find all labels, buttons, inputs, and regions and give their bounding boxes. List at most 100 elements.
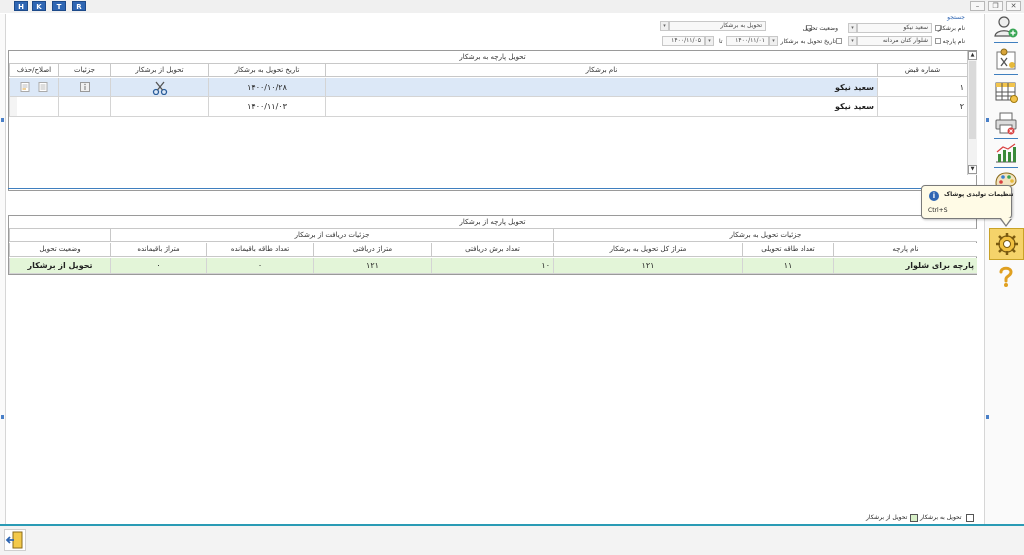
tailor-dropdown-icon[interactable]: ▾ <box>848 23 857 33</box>
fabric-name-label: نام پارچه <box>942 38 965 45</box>
toolbar-separator <box>994 42 1018 43</box>
report-chart-button[interactable] <box>993 140 1019 166</box>
deliver-from-cell[interactable] <box>110 97 208 117</box>
date-from-input[interactable]: ۱۴۰۰/۱۱/۰۱ <box>726 36 769 46</box>
question-icon <box>999 266 1013 287</box>
col-tailor[interactable]: نام برشکار <box>325 64 877 77</box>
top-strip: H K T R – ❐ ✕ <box>0 0 1024 13</box>
col-details[interactable]: جزئیات <box>58 64 110 77</box>
scissors-icon <box>152 81 167 96</box>
edit-doc-icon[interactable] <box>20 82 30 92</box>
scroll-up-icon[interactable]: ▲ <box>968 51 977 60</box>
upper-grid: تحویل پارچه به برشکار شماره قبض نام برشک… <box>8 50 977 191</box>
lower-grid-title: تحویل پارچه از برشکار <box>9 216 976 229</box>
edit-delete-cell <box>9 78 58 97</box>
left-splitter[interactable] <box>0 14 6 525</box>
hotkey-k-button[interactable]: K <box>32 1 46 11</box>
splitter-marker <box>1 118 4 122</box>
group-delivery-details: جزئیات تحویل به برشکار <box>553 229 977 242</box>
search-filter-group: جستجو نام برشکار ▾ سعید نیکو وضعیت تحویل… <box>655 14 967 50</box>
cell-tailor[interactable]: سعید نیکو <box>325 78 877 97</box>
tailor-button[interactable] <box>993 46 1019 72</box>
legend-to-tailor-label: تحویل به برشکار <box>920 514 962 521</box>
cell-status[interactable]: تحویل از برشکار <box>9 258 110 274</box>
cell-date[interactable]: ۱۴۰۰/۱۰/۲۸ <box>208 78 325 97</box>
cell-fabric-name[interactable]: پارچه برای شلوار <box>833 258 977 274</box>
col-received-meters[interactable]: متراژ دریافتی <box>313 243 431 257</box>
fabric-dropdown-icon[interactable]: ▾ <box>848 36 857 46</box>
group-empty <box>9 229 110 242</box>
col-remaining-rolls[interactable]: تعداد طاقه باقیمانده <box>206 243 313 257</box>
app-window: H K T R – ❐ ✕ جستجو نام برشکار ▾ سعید نی… <box>0 0 1024 555</box>
hotkey-t-button[interactable]: T <box>52 1 66 11</box>
col-edit-delete[interactable]: اصلاح/حذف <box>9 64 58 77</box>
info-box-icon <box>79 82 90 92</box>
delete-doc-icon[interactable] <box>38 82 48 92</box>
exit-button[interactable] <box>4 529 26 551</box>
cell-received-cuts[interactable]: ۱۰ <box>431 258 553 274</box>
tooltip-pointer-fill <box>1001 218 1011 225</box>
edit-delete-cell[interactable] <box>9 97 58 117</box>
scroll-down-icon[interactable]: ▼ <box>968 165 977 174</box>
minimize-icon[interactable]: – <box>970 1 985 11</box>
date-to-dropdown-icon[interactable]: ▾ <box>705 36 714 46</box>
date-to-label: تا <box>719 38 723 45</box>
fabric-name-select[interactable]: شلوار کتان مردانه <box>857 36 932 46</box>
col-delivery-date[interactable]: تاریخ تحویل به برشکار <box>208 64 325 77</box>
col-deliver-from[interactable]: تحویل از برشکار <box>110 64 208 77</box>
filter-group-title: جستجو <box>947 14 965 21</box>
cell-receipt-no[interactable]: ۱ <box>877 78 967 97</box>
hotkey-h-button[interactable]: H <box>14 1 28 11</box>
upper-grid-scrollbar[interactable]: ▲ ▼ <box>967 51 977 175</box>
cell-tailor[interactable]: سعید نیکو <box>325 97 877 117</box>
print-button[interactable] <box>993 110 1019 136</box>
col-remaining-meters[interactable]: متراژ باقیمانده <box>110 243 206 257</box>
toolbar-separator <box>994 74 1018 75</box>
hotkey-r-button[interactable]: R <box>72 1 86 11</box>
legend-from-tailor-label: تحویل از برشکار <box>866 514 908 521</box>
printer-icon <box>995 112 1017 135</box>
delivery-status-select[interactable]: تحویل به برشکار <box>669 21 766 31</box>
cell-received-meters[interactable]: ۱۲۱ <box>313 258 431 274</box>
tooltip-title: تنظیمات تولیدی پوشاک <box>944 191 1014 198</box>
col-fabric-name[interactable]: نام پارچه <box>833 243 977 257</box>
lower-grid: تحویل پارچه از برشکار جزئیات تحویل به بر… <box>8 215 977 275</box>
col-status[interactable]: وضعیت تحویل <box>9 243 110 257</box>
right-toolbar <box>989 14 1024 525</box>
scroll-thumb[interactable] <box>969 61 976 139</box>
status-dropdown-icon[interactable]: ▾ <box>660 21 669 31</box>
col-total-meters[interactable]: متراژ کل تحویل به برشکار <box>553 243 742 257</box>
tooltip-shortcut: Ctrl+S <box>928 207 948 214</box>
details-cell[interactable] <box>58 97 110 117</box>
help-button[interactable] <box>993 263 1019 289</box>
col-received-cuts[interactable]: تعداد برش دریافتی <box>431 243 553 257</box>
splitter-marker <box>1 415 4 419</box>
add-user-button[interactable] <box>993 14 1019 40</box>
delivery-date-label: تاریخ تحویل به برشکار <box>780 38 836 45</box>
close-icon[interactable]: ✕ <box>1006 1 1021 11</box>
bar-chart-icon <box>996 143 1016 163</box>
date-from-dropdown-icon[interactable]: ▾ <box>769 36 778 46</box>
date-to-input[interactable]: ۱۴۰۰/۱۱/۰۵ <box>662 36 705 46</box>
col-delivered-rolls[interactable]: تعداد طاقه تحویلی <box>742 243 833 257</box>
toolbar-separator <box>994 167 1018 168</box>
table-button[interactable] <box>993 79 1019 105</box>
grid-divider[interactable] <box>8 188 977 189</box>
delivery-date-checkbox[interactable] <box>836 38 842 44</box>
cell-remaining-rolls[interactable]: ۰ <box>206 258 313 274</box>
cell-remaining-meters[interactable]: ۰ <box>110 258 206 274</box>
cell-receipt-no[interactable]: ۲ <box>877 97 967 117</box>
details-button[interactable] <box>58 78 110 97</box>
table-grid-icon <box>995 82 1018 103</box>
production-settings-button[interactable] <box>989 228 1024 260</box>
fabric-name-checkbox[interactable] <box>935 38 941 44</box>
deliver-from-button[interactable] <box>110 78 208 97</box>
cell-delivered-rolls[interactable]: ۱۱ <box>742 258 833 274</box>
cell-total-meters[interactable]: ۱۲۱ <box>553 258 742 274</box>
settings-tooltip: i تنظیمات تولیدی پوشاک Ctrl+S <box>921 185 1014 227</box>
col-receipt-no[interactable]: شماره قبض <box>877 64 967 77</box>
upper-grid-title: تحویل پارچه به برشکار <box>9 51 976 64</box>
cell-date[interactable]: ۱۴۰۰/۱۱/۰۳ <box>208 97 325 117</box>
restore-icon[interactable]: ❐ <box>988 1 1003 11</box>
tailor-name-select[interactable]: سعید نیکو <box>857 23 932 33</box>
